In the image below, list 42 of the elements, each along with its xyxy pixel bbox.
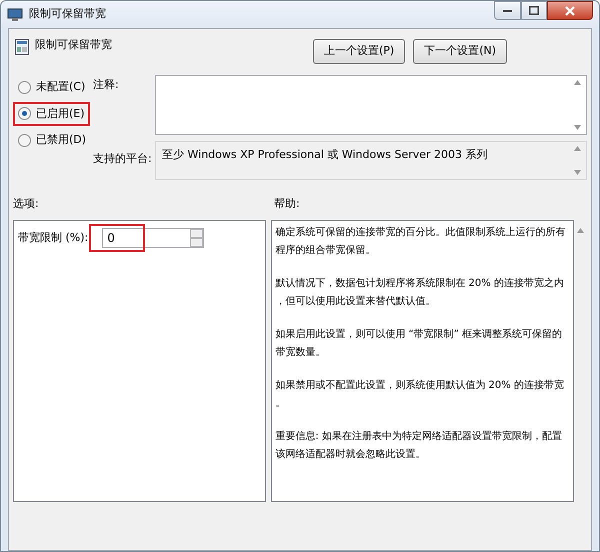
help-paragraph: 重要信息: 如果在注册表中为特定网络适配器设置带宽限制，配置 该网络适配器时就会忽略此设置。	[275, 430, 563, 462]
radio-label[interactable]: 已禁用(D)	[36, 132, 86, 148]
highlighted-radio-option[interactable]: 已启用(E)	[13, 102, 90, 126]
comment-label: 注释:	[93, 77, 120, 93]
help-paragraph: 如果禁用或不配置此设置，则系统使用默认值为 20% 的连接带宽 。	[275, 378, 565, 411]
scroll-up-icon[interactable]	[577, 228, 584, 233]
comment-field[interactable]	[155, 75, 587, 135]
close-button[interactable]	[547, 1, 593, 20]
scroll-up-icon[interactable]	[574, 146, 581, 151]
help-paragraph: 确定系统可保留的连接带宽的百分比。此值限制系统上运行的所有 程序的组合带宽保留。	[275, 226, 566, 258]
radio-button[interactable]	[18, 134, 31, 147]
radio-button[interactable]	[18, 80, 31, 94]
help-paragraph: 如果启用此设置，则可以使用 “带宽限制” 框来调整系统可保留的 带宽数量。	[275, 328, 564, 360]
radio-option[interactable]: 未配置(C)	[13, 75, 90, 100]
spin-up-button[interactable]	[190, 229, 204, 238]
policy-icon	[15, 39, 29, 55]
maximize-button[interactable]	[521, 1, 547, 20]
radio-button[interactable]	[18, 107, 31, 120]
radio-label[interactable]: 已启用(E)	[36, 106, 85, 122]
help-paragraph: 默认情况下，数据包计划程序将系统限制在 20% 的连接带宽之内 ，但可以使用此设置来替代默认值。	[275, 276, 565, 309]
window-title: 限制可保留带宽	[29, 6, 106, 22]
platform-text: 至少 Windows XP Professional 或 Windows Server 2003 系列	[161, 147, 489, 163]
field-label: 带宽限制 (%):	[18, 230, 88, 246]
window-icon	[7, 8, 23, 22]
radio-option[interactable]: 已禁用(D)	[13, 128, 92, 152]
bandwidth-spinner[interactable]: 0	[102, 228, 204, 248]
minimize-button[interactable]	[494, 1, 521, 20]
previous-setting-button[interactable]: 上一个设置(P)	[312, 39, 406, 64]
maximize-icon	[529, 6, 539, 15]
spin-down-button[interactable]	[190, 238, 204, 247]
scroll-down-icon[interactable]	[574, 125, 581, 130]
help-label: 帮助:	[274, 196, 300, 212]
radio-label[interactable]: 未配置(C)	[36, 79, 86, 96]
scroll-up-icon[interactable]	[574, 80, 581, 85]
policy-title: 限制可保留带宽	[35, 37, 112, 53]
next-setting-button[interactable]: 下一个设置(N)	[413, 39, 507, 64]
options-label: 选项:	[13, 196, 40, 212]
close-icon	[565, 6, 575, 16]
bandwidth-field[interactable]: 0	[103, 229, 188, 247]
minimize-icon	[503, 10, 512, 12]
scroll-down-icon[interactable]	[574, 170, 581, 175]
platform-label: 支持的平台:	[93, 151, 153, 167]
